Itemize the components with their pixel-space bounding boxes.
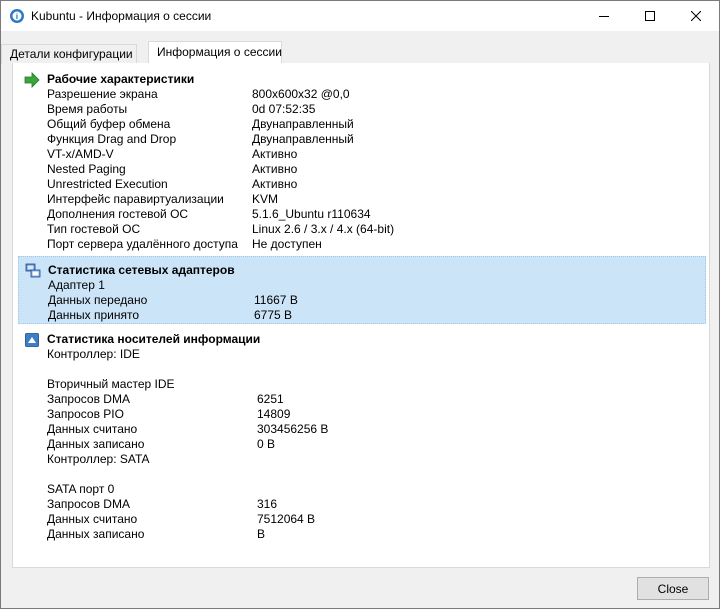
- svg-text:i: i: [16, 13, 18, 21]
- storage-section: Статистика носителей информации Контролл…: [18, 326, 706, 546]
- storage-key: Данных считано: [47, 422, 138, 436]
- storage-value: 6251: [257, 392, 284, 406]
- runtime-row: Дополнения гостевой ОС 5.1.6_Ubuntu r1106…: [47, 207, 697, 222]
- storage-value: 7512064 B: [257, 512, 316, 526]
- storage-key: Данных записано: [47, 437, 145, 451]
- storage-key: Запросов PIO: [47, 407, 124, 421]
- runtime-value: Двунаправленный: [252, 132, 354, 146]
- network-value: 11667 B: [254, 293, 298, 307]
- runtime-key: Порт сервера удалённого доступа: [47, 237, 238, 251]
- runtime-value: 0d 07:52:35: [252, 102, 316, 116]
- minimize-button[interactable]: [581, 1, 627, 31]
- storage-value: B: [257, 527, 266, 541]
- session-info-window: i Kubuntu - Информация о сессии Детали к…: [0, 0, 720, 609]
- runtime-value: Активно: [252, 162, 298, 176]
- runtime-row: VT-x/AMD-V Активно: [47, 147, 697, 162]
- close-icon: [691, 11, 701, 21]
- runtime-key: Общий буфер обмена: [47, 117, 171, 131]
- storage-key: Запросов DMA: [47, 392, 130, 406]
- network-heading: Статистика сетевых адаптеров: [48, 263, 235, 277]
- runtime-key: Дополнения гостевой ОС: [47, 207, 189, 221]
- runtime-row: Nested Paging Активно: [47, 162, 697, 177]
- storage-value: 316: [257, 497, 278, 511]
- green-arrow-icon: [24, 72, 40, 88]
- storage-key: Запросов DMA: [47, 497, 130, 511]
- runtime-row: Unrestricted Execution Активно: [47, 177, 697, 192]
- runtime-row: Интерфейс паравиртуализации KVM: [47, 192, 697, 207]
- storage-key: Данных записано: [47, 527, 145, 541]
- maximize-icon: [645, 11, 655, 21]
- runtime-row: Порт сервера удалённого доступа Не доступ…: [47, 237, 697, 252]
- network-row: Данных принято 6775 B: [48, 308, 698, 323]
- adapter-label: Адаптер 1: [48, 278, 105, 292]
- tab-session-information[interactable]: Информация о сессии: [148, 41, 282, 64]
- runtime-heading: Рабочие характеристики: [47, 72, 195, 86]
- network-key: Данных передано: [48, 293, 148, 307]
- runtime-key: Разрешение экрана: [47, 87, 158, 101]
- runtime-key: Время работы: [47, 102, 128, 116]
- close-button[interactable]: Close: [637, 577, 709, 600]
- runtime-section: Рабочие характеристики Разрешение экрана…: [18, 66, 706, 254]
- runtime-value: Linux 2.6 / 3.x / 4.x (64-bit): [252, 222, 395, 236]
- ide-device-label: Вторичный мастер IDE: [47, 377, 175, 391]
- network-row: Данных передано 11667 B: [48, 293, 698, 308]
- virtualbox-icon: i: [10, 9, 24, 23]
- maximize-button[interactable]: [627, 1, 673, 31]
- session-info-panel: Рабочие характеристики Разрешение экрана…: [12, 63, 710, 568]
- runtime-key: Интерфейс паравиртуализации: [47, 192, 224, 206]
- tab-configuration-details[interactable]: Детали конфигурации: [1, 44, 137, 64]
- storage-row: Данных записано B: [47, 527, 697, 542]
- runtime-row: Общий буфер обмена Двунаправленный: [47, 117, 697, 132]
- storage-row: Данных считано 7512064 B: [47, 512, 697, 527]
- storage-row: Запросов DMA 316: [47, 497, 697, 512]
- runtime-key: Функция Drag and Drop: [47, 132, 177, 146]
- runtime-value: Активно: [252, 177, 298, 191]
- minimize-icon: [599, 16, 609, 17]
- runtime-row: Разрешение экрана 800x600x32 @0,0: [47, 87, 697, 102]
- storage-row: Данных считано 303456256 B: [47, 422, 697, 437]
- ide-controller-label: Контроллер: IDE: [47, 347, 140, 361]
- runtime-value: KVM: [252, 192, 279, 206]
- storage-key: Данных считано: [47, 512, 138, 526]
- network-value: 6775 B: [254, 308, 293, 322]
- runtime-value: Двунаправленный: [252, 117, 354, 131]
- storage-value: 303456256 B: [257, 422, 329, 436]
- runtime-value: Активно: [252, 147, 298, 161]
- storage-value: 0 B: [257, 437, 276, 451]
- runtime-row: Функция Drag and Drop Двунаправленный: [47, 132, 697, 147]
- runtime-key: Nested Paging: [47, 162, 126, 176]
- title-bar[interactable]: i Kubuntu - Информация о сессии: [1, 1, 719, 31]
- runtime-key: VT-x/AMD-V: [47, 147, 114, 161]
- sata-controller-label: Контроллер: SATA: [47, 452, 150, 466]
- runtime-key: Тип гостевой ОС: [47, 222, 141, 236]
- window-title: Kubuntu - Информация о сессии: [31, 9, 212, 23]
- runtime-value: Не доступен: [252, 237, 322, 251]
- runtime-key: Unrestricted Execution: [47, 177, 168, 191]
- network-key: Данных принято: [48, 308, 140, 322]
- network-section[interactable]: Статистика сетевых адаптеров Адаптер 1 Д…: [18, 256, 706, 324]
- storage-row: Запросов PIO 14809: [47, 407, 697, 422]
- storage-value: 14809: [257, 407, 291, 421]
- sata-device-label: SATA порт 0: [47, 482, 115, 496]
- storage-row: Данных записано 0 B: [47, 437, 697, 452]
- runtime-row: Тип гостевой ОС Linux 2.6 / 3.x / 4.x (64…: [47, 222, 697, 237]
- runtime-value: 5.1.6_Ubuntu r110634: [252, 207, 371, 221]
- storage-icon: [25, 333, 39, 347]
- runtime-row: Время работы 0d 07:52:35: [47, 102, 697, 117]
- storage-row: Запросов DMA 6251: [47, 392, 697, 407]
- runtime-value: 800x600x32 @0,0: [252, 87, 350, 101]
- close-window-button[interactable]: [673, 1, 719, 31]
- storage-heading: Статистика носителей информации: [47, 332, 261, 346]
- network-adapter-icon: [25, 263, 41, 278]
